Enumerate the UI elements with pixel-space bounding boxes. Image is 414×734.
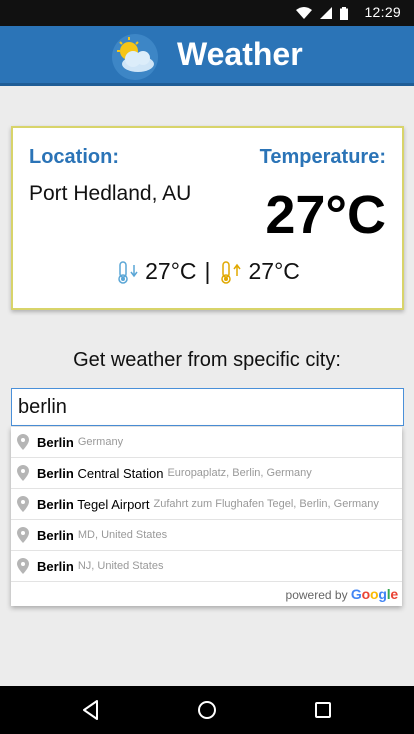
suggestion-item[interactable]: Berlin NJ, United States bbox=[11, 551, 402, 582]
suggestion-main: Berlin Tegel Airport bbox=[37, 496, 150, 512]
sun-cloud-icon bbox=[112, 34, 158, 80]
suggestion-secondary: Germany bbox=[77, 436, 124, 448]
thermometer-up-icon bbox=[221, 260, 242, 284]
map-pin-icon bbox=[17, 558, 29, 574]
location-value: Port Hedland, AU bbox=[29, 182, 192, 205]
map-pin-icon bbox=[17, 434, 29, 450]
home-icon[interactable] bbox=[195, 698, 219, 722]
thermometer-down-icon bbox=[118, 260, 138, 284]
city-search-input[interactable] bbox=[11, 388, 404, 426]
city-search-prompt: Get weather from specific city: bbox=[73, 349, 341, 371]
current-weather-card: Location: Temperature: Port Hedland, AU … bbox=[11, 126, 404, 310]
back-icon[interactable] bbox=[79, 698, 103, 722]
map-pin-icon bbox=[17, 465, 29, 481]
suggestion-item[interactable]: Berlin Central Station Europaplatz, Berl… bbox=[11, 458, 402, 489]
autocomplete-suggestions: Berlin Germany Berlin Central Station Eu… bbox=[11, 427, 402, 606]
suggestion-item[interactable]: Berlin MD, United States bbox=[11, 520, 402, 551]
recents-icon[interactable] bbox=[311, 698, 335, 722]
suggestion-main: Berlin Central Station bbox=[37, 465, 164, 481]
suggestion-secondary: NJ, United States bbox=[77, 560, 164, 572]
min-max-temperature: 27°C | 27°C bbox=[13, 258, 402, 285]
temperature-label: Temperature: bbox=[259, 146, 386, 168]
location-label: Location: bbox=[29, 146, 119, 168]
powered-by-label: powered by bbox=[285, 588, 348, 602]
status-bar: 12:29 bbox=[0, 0, 414, 26]
suggestion-item[interactable]: Berlin Germany bbox=[11, 427, 402, 458]
google-logo: Google bbox=[350, 586, 398, 602]
app-title: Weather bbox=[177, 36, 303, 72]
suggestion-main: Berlin bbox=[37, 434, 74, 450]
app-bar: Weather bbox=[0, 26, 414, 86]
suggestion-main: Berlin bbox=[37, 527, 74, 543]
cellular-signal-icon bbox=[320, 7, 332, 19]
suggestion-secondary: Europaplatz, Berlin, Germany bbox=[167, 467, 312, 479]
status-time: 12:29 bbox=[364, 4, 401, 20]
suggestion-secondary: MD, United States bbox=[77, 529, 168, 541]
status-icons bbox=[296, 6, 348, 20]
suggestion-main: Berlin bbox=[37, 558, 74, 574]
temperature-separator: | bbox=[204, 258, 211, 284]
wifi-icon bbox=[296, 7, 312, 19]
battery-icon bbox=[340, 6, 348, 20]
powered-by-google: powered by Google bbox=[11, 582, 402, 606]
suggestion-secondary: Zufahrt zum Flughafen Tegel, Berlin, Ger… bbox=[153, 498, 379, 510]
temperature-value: 27°C bbox=[265, 185, 386, 245]
map-pin-icon bbox=[17, 496, 29, 512]
system-nav-bar bbox=[0, 686, 414, 734]
max-temperature: 27°C bbox=[248, 258, 300, 284]
min-temperature: 27°C bbox=[145, 258, 197, 284]
suggestion-item[interactable]: Berlin Tegel Airport Zufahrt zum Flughaf… bbox=[11, 489, 402, 520]
map-pin-icon bbox=[17, 527, 29, 543]
